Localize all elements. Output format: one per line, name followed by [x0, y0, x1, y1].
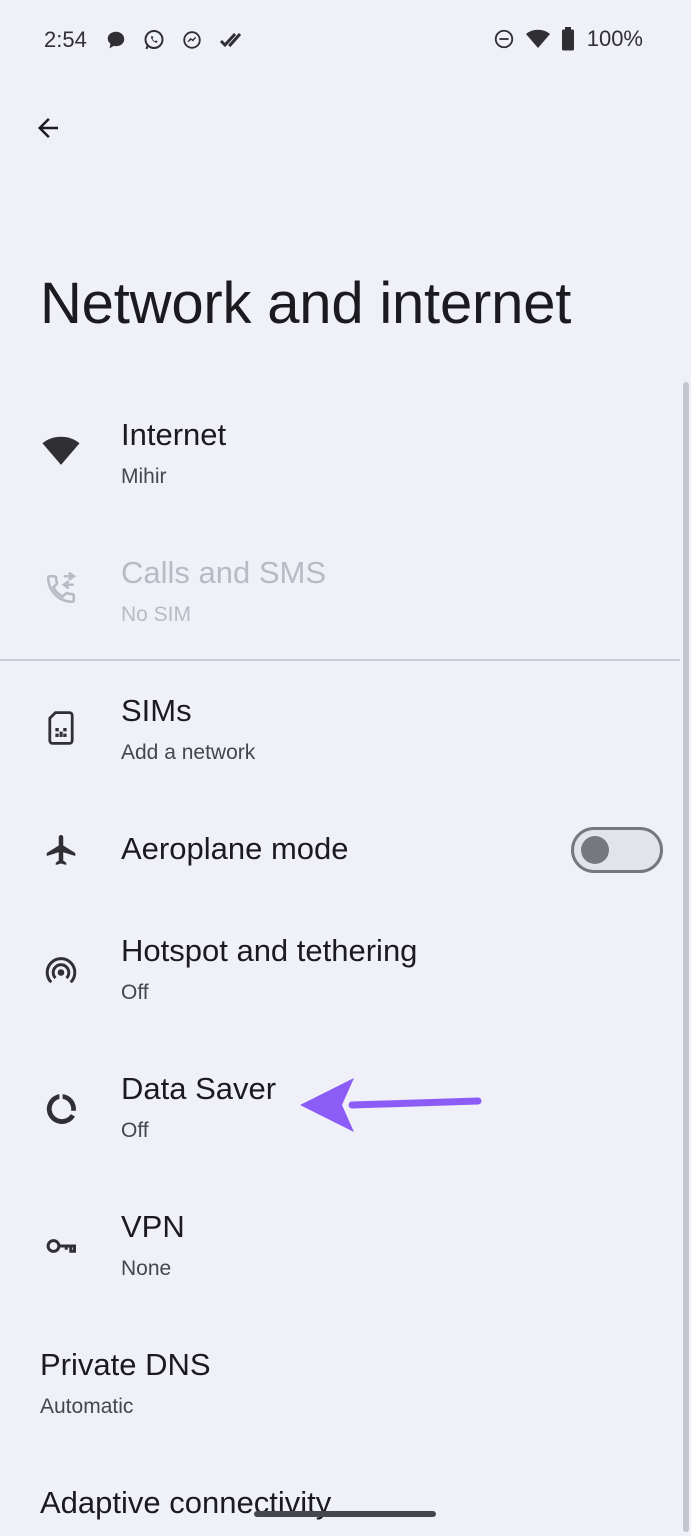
- aeroplane-mode-toggle[interactable]: [571, 827, 663, 873]
- section-divider: [0, 659, 680, 661]
- calls-and-sms-title: Calls and SMS: [121, 555, 327, 590]
- hotspot-title: Hotspot and tethering: [121, 933, 418, 968]
- arrow-back-icon: [38, 118, 58, 138]
- airplane-icon: [38, 827, 84, 873]
- page-title: Network and internet: [40, 271, 572, 336]
- hotspot-item[interactable]: Hotspot and tethering Off: [0, 916, 691, 1026]
- notification-icons: [104, 28, 242, 52]
- messenger-icon: [180, 28, 204, 52]
- chat-bubble-icon: [104, 28, 128, 52]
- data-saver-subtitle: Off: [121, 1119, 149, 1142]
- key-icon: [38, 1223, 84, 1269]
- adaptive-connectivity-item[interactable]: Adaptive connectivity: [0, 1468, 691, 1536]
- sim-card-icon: [38, 705, 84, 751]
- battery-percentage: 100%: [586, 26, 643, 51]
- gesture-nav-handle[interactable]: [254, 1511, 436, 1517]
- back-button[interactable]: [28, 108, 68, 148]
- private-dns-subtitle: Automatic: [40, 1395, 134, 1418]
- double-check-icon: [218, 28, 242, 52]
- sims-title: SIMs: [121, 693, 192, 728]
- vpn-subtitle: None: [121, 1257, 172, 1280]
- wifi-icon: [525, 28, 551, 50]
- private-dns-title: Private DNS: [40, 1347, 211, 1382]
- whatsapp-icon: [142, 28, 166, 52]
- data-saver-icon: [38, 1086, 84, 1132]
- sims-subtitle: Add a network: [121, 741, 256, 764]
- system-icons: 100%: [493, 26, 643, 52]
- toggle-knob: [581, 836, 609, 864]
- settings-screen: 2:54 100% Network and internet Internet …: [0, 0, 691, 1536]
- battery-icon: [561, 27, 575, 51]
- phone-forward-icon: [38, 566, 84, 612]
- aeroplane-mode-title: Aeroplane mode: [121, 831, 349, 866]
- calls-and-sms-item: Calls and SMS No SIM: [0, 540, 691, 650]
- annotation-arrow: [300, 1078, 482, 1132]
- internet-title: Internet: [121, 417, 227, 452]
- vpn-title: VPN: [121, 1209, 185, 1244]
- hotspot-subtitle: Off: [121, 981, 149, 1004]
- wifi-icon: [38, 428, 84, 474]
- hotspot-icon: [38, 948, 84, 994]
- calls-and-sms-subtitle: No SIM: [121, 603, 192, 626]
- vpn-item[interactable]: VPN None: [0, 1192, 691, 1302]
- status-time: 2:54: [44, 27, 87, 52]
- data-saver-title: Data Saver: [121, 1071, 277, 1106]
- do-not-disturb-icon: [493, 28, 515, 50]
- private-dns-item[interactable]: Private DNS Automatic: [0, 1330, 691, 1440]
- sims-item[interactable]: SIMs Add a network: [0, 676, 691, 786]
- internet-subtitle: Mihir: [121, 465, 167, 488]
- internet-item[interactable]: Internet Mihir: [0, 400, 691, 510]
- status-bar: 2:54 100%: [0, 0, 691, 84]
